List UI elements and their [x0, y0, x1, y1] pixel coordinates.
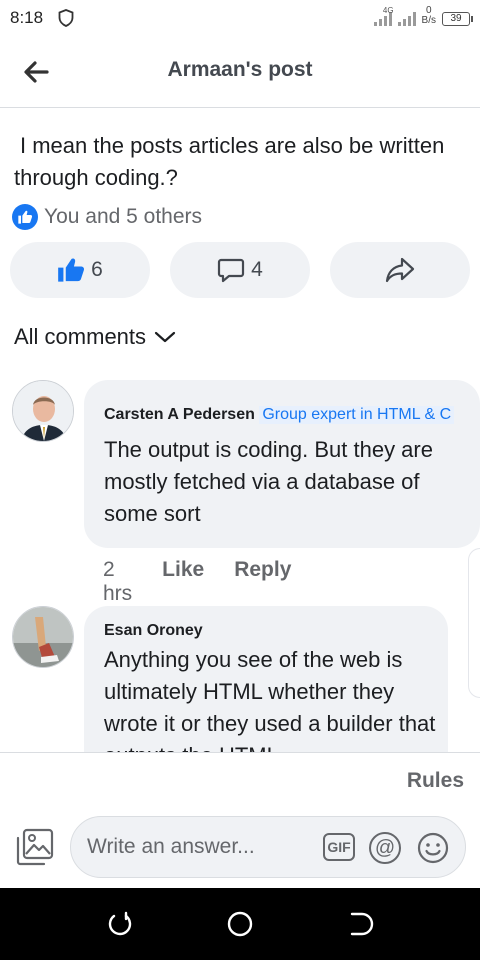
- home-button[interactable]: [226, 910, 254, 938]
- page-title: Armaan's post: [167, 58, 313, 81]
- like-count: 6: [91, 258, 103, 281]
- comment-bubble[interactable]: Carsten A Pedersen Group expert in HTML …: [84, 380, 480, 548]
- comment-icon: [218, 258, 245, 283]
- comments-filter-label: All comments: [14, 324, 147, 349]
- gif-button[interactable]: GIF: [323, 833, 355, 861]
- image-gallery-icon: [16, 828, 54, 866]
- rules-bar: Rules: [0, 752, 480, 804]
- comment-author[interactable]: Esan Oroney: [104, 622, 428, 640]
- network-type: 4G: [382, 6, 394, 15]
- system-navigation-bar: [0, 888, 480, 960]
- mention-button[interactable]: @: [369, 832, 401, 864]
- comment-count: 4: [251, 258, 263, 281]
- status-bar: 8:18 4G 0 B/s 39: [0, 0, 480, 36]
- chevron-down-icon: [154, 331, 176, 343]
- answer-composer: GIF @: [0, 804, 480, 888]
- reactions-text: You and 5 others: [44, 205, 203, 228]
- like-reaction-icon: [12, 204, 38, 230]
- comment-bubble[interactable]: Esan Oroney Anything you see of the web …: [84, 606, 448, 752]
- post-text: I mean the posts articles are also be wr…: [14, 133, 445, 190]
- status-indicators: 4G 0 B/s 39: [373, 5, 473, 26]
- network-speed: 0 B/s: [421, 5, 436, 26]
- signal-icon: 4G: [373, 6, 394, 26]
- emoji-button[interactable]: [417, 832, 449, 864]
- smiley-icon: [417, 832, 449, 864]
- reactions-summary[interactable]: You and 5 others: [12, 204, 202, 230]
- rules-link[interactable]: Rules: [407, 769, 464, 793]
- like-button[interactable]: 6: [10, 242, 150, 298]
- comment-author[interactable]: Carsten A Pedersen: [104, 406, 255, 423]
- avatar[interactable]: [12, 606, 74, 668]
- comment-button[interactable]: 4: [170, 242, 310, 298]
- share-icon: [385, 257, 415, 283]
- shield-icon: [58, 9, 74, 27]
- answer-input-container: GIF @: [70, 816, 466, 878]
- back-nav-button[interactable]: [346, 910, 374, 938]
- post-actions: 6 4: [10, 242, 470, 298]
- comments-list[interactable]: Carsten A Pedersen Group expert in HTML …: [0, 360, 480, 752]
- comment-time: 2 hrs: [103, 558, 133, 605]
- comments-filter[interactable]: All comments: [14, 324, 176, 350]
- photo-button[interactable]: [16, 828, 54, 866]
- recents-button[interactable]: [106, 910, 134, 938]
- share-button[interactable]: [330, 242, 470, 298]
- comment-like-button[interactable]: Like: [162, 558, 204, 606]
- answer-input[interactable]: [87, 831, 307, 863]
- status-time: 8:18: [10, 8, 44, 27]
- header: Armaan's post: [0, 36, 480, 108]
- expert-badge: Group expert in HTML & C: [259, 406, 455, 424]
- battery-icon: 39: [442, 12, 473, 26]
- comment-text: The output is coding. But they are mostl…: [104, 437, 433, 526]
- comment-meta: 2 hrs Like Reply: [103, 558, 291, 606]
- signal-icon: [397, 10, 416, 26]
- comment-text: Anything you see of the web is ultimatel…: [104, 647, 436, 752]
- scroll-handle[interactable]: [468, 548, 480, 698]
- avatar[interactable]: [12, 380, 74, 442]
- comment-reply-button[interactable]: Reply: [234, 558, 291, 606]
- recents-icon: [108, 911, 132, 936]
- back-nav-icon: [350, 912, 374, 936]
- home-circle-icon: [227, 911, 253, 937]
- thumbs-up-icon: [58, 258, 85, 282]
